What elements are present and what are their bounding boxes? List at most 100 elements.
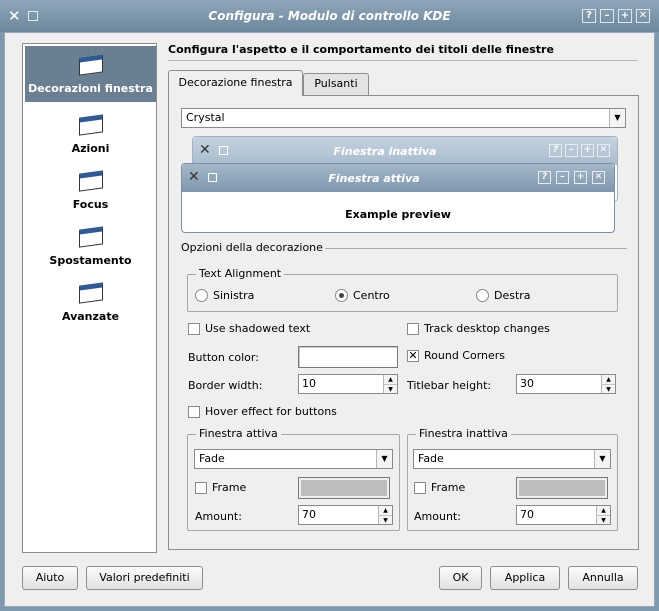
sidebar-item-label: Avanzate [61, 310, 120, 323]
spinbox-value: 30 [520, 377, 534, 390]
defaults-button[interactable]: Valori predefiniti [86, 566, 203, 590]
sidebar-item-azioni[interactable]: Azioni [25, 106, 156, 160]
page-title: Configura l'aspetto e il comportamento d… [168, 43, 554, 56]
tab-panel: Crystal ▼ ✕ Finestra inattiva ? – + ✕ ✕ F… [168, 95, 639, 550]
checkbox-label[interactable]: Round Corners [424, 349, 505, 362]
align-center-radio[interactable] [335, 289, 348, 302]
sidebar-item-label: Focus [72, 198, 109, 211]
window-icon [78, 170, 103, 192]
help-window-button[interactable]: ? [582, 9, 596, 23]
group-title: Finestra attiva [196, 427, 281, 440]
amount-label: Amount: [195, 510, 242, 523]
spin-up-icon[interactable]: ▲ [596, 506, 610, 515]
tab-pulsanti[interactable]: Pulsanti [303, 73, 369, 95]
spin-up-icon[interactable]: ▲ [378, 506, 392, 515]
checkbox-label[interactable]: Frame [431, 481, 465, 494]
window-icon [78, 226, 103, 248]
maximize-button[interactable]: + [618, 9, 632, 23]
titlebar-height-spinbox[interactable]: 30 ▲ ▼ [516, 374, 616, 394]
radio-label[interactable]: Centro [353, 289, 390, 302]
inactive-amount-spinbox[interactable]: 70 ▲ ▼ [516, 505, 611, 525]
hover-effect-checkbox[interactable] [188, 406, 200, 418]
spin-up-icon[interactable]: ▲ [383, 375, 397, 384]
track-desktop-checkbox[interactable] [407, 323, 419, 335]
spin-down-icon[interactable]: ▼ [383, 384, 397, 393]
chevron-down-icon: ▼ [376, 450, 392, 468]
maximize-icon: + [581, 144, 594, 157]
close-icon: ✕ [592, 171, 605, 184]
chevron-down-icon: ▼ [609, 109, 625, 127]
spinbox-value: 70 [520, 508, 534, 521]
chevron-down-icon: ▼ [594, 450, 610, 468]
sidebar-item-decorazioni[interactable]: Decorazioni finestra [25, 46, 156, 102]
spin-down-icon[interactable]: ▼ [596, 515, 610, 524]
active-frame-checkbox[interactable] [195, 482, 207, 494]
align-left-radio[interactable] [195, 289, 208, 302]
decoration-theme-select[interactable]: Crystal ▼ [181, 108, 626, 128]
tab-label: Pulsanti [314, 77, 358, 90]
maximize-icon: + [574, 171, 587, 184]
close-button[interactable]: ✕ [636, 9, 650, 23]
button-color-picker[interactable] [298, 346, 398, 368]
preview-inactive-title: Finestra inattiva [333, 145, 437, 158]
group-title: Finestra inattiva [416, 427, 511, 440]
checkbox-label[interactable]: Hover effect for buttons [205, 405, 337, 418]
minimize-icon: – [565, 144, 578, 157]
inactive-frame-checkbox[interactable] [414, 482, 426, 494]
spin-down-icon[interactable]: ▼ [601, 384, 615, 393]
inactive-effect-select[interactable]: Fade ▼ [413, 449, 611, 469]
group-title: Text Alignment [196, 267, 285, 280]
radio-label[interactable]: Destra [494, 289, 531, 302]
sidebar-item-label: Decorazioni finestra [28, 82, 153, 95]
window-body: Decorazioni finestra Azioni Focus Sposta… [4, 32, 655, 607]
preview-active-titlebar: ✕ Finestra attiva ? – + ✕ [182, 164, 614, 192]
shadowed-text-checkbox[interactable] [188, 323, 200, 335]
ok-button[interactable]: OK [439, 566, 482, 590]
select-value: Fade [418, 452, 444, 465]
options-divider [325, 248, 627, 249]
help-button[interactable]: Aiuto [22, 566, 78, 590]
window-icon [78, 282, 103, 304]
radio-label[interactable]: Sinistra [213, 289, 254, 302]
checkbox-label[interactable]: Track desktop changes [424, 322, 550, 335]
header-divider [168, 60, 638, 61]
sidebar-item-spostamento[interactable]: Spostamento [25, 218, 156, 272]
sidebar: Decorazioni finestra Azioni Focus Sposta… [22, 43, 157, 553]
preview-active-title: Finestra attiva [328, 172, 420, 185]
checkbox-label[interactable]: Frame [212, 481, 246, 494]
sidebar-item-label: Azioni [71, 142, 110, 155]
round-corners-checkbox[interactable]: ✕ [407, 350, 419, 362]
cancel-button[interactable]: Annulla [568, 566, 638, 590]
active-window-group: Finestra attiva Fade ▼ Frame Amount: 70 ▲ ▼ [187, 427, 400, 531]
checkbox-label[interactable]: Use shadowed text [205, 322, 310, 335]
tab-decorazione[interactable]: Decorazione finestra [168, 70, 303, 96]
border-width-spinbox[interactable]: 10 ▲ ▼ [298, 374, 398, 394]
spin-up-icon[interactable]: ▲ [601, 375, 615, 384]
window-icon [78, 114, 103, 136]
active-frame-color-swatch[interactable] [298, 477, 390, 499]
preview-text: Example preview [345, 208, 451, 221]
window-icon [78, 54, 103, 76]
inactive-frame-color-swatch[interactable] [516, 477, 608, 499]
button-color-label: Button color: [188, 351, 259, 364]
close-icon: ✕ [597, 144, 610, 157]
apply-button[interactable]: Applica [490, 566, 560, 590]
preview-active-window: ✕ Finestra attiva ? – + ✕ Example previe… [181, 163, 615, 233]
select-value: Fade [199, 452, 225, 465]
spin-down-icon[interactable]: ▼ [378, 515, 392, 524]
border-width-label: Border width: [188, 379, 263, 392]
align-right-radio[interactable] [476, 289, 489, 302]
sidebar-item-focus[interactable]: Focus [25, 162, 156, 216]
help-icon: ? [549, 144, 562, 157]
sidebar-item-avanzate[interactable]: Avanzate [25, 274, 156, 328]
sidebar-item-label: Spostamento [49, 254, 132, 267]
help-icon: ? [538, 171, 551, 184]
minimize-button[interactable]: – [600, 9, 614, 23]
amount-label: Amount: [414, 510, 461, 523]
active-effect-select[interactable]: Fade ▼ [194, 449, 393, 469]
inactive-window-group: Finestra inattiva Fade ▼ Frame Amount: 70… [407, 427, 618, 531]
select-value: Crystal [186, 111, 225, 124]
window-titlebar[interactable]: ✕ Configura - Modulo di controllo KDE ? … [0, 0, 659, 32]
active-amount-spinbox[interactable]: 70 ▲ ▼ [298, 505, 393, 525]
titlebar-height-label: Titlebar height: [407, 379, 492, 392]
